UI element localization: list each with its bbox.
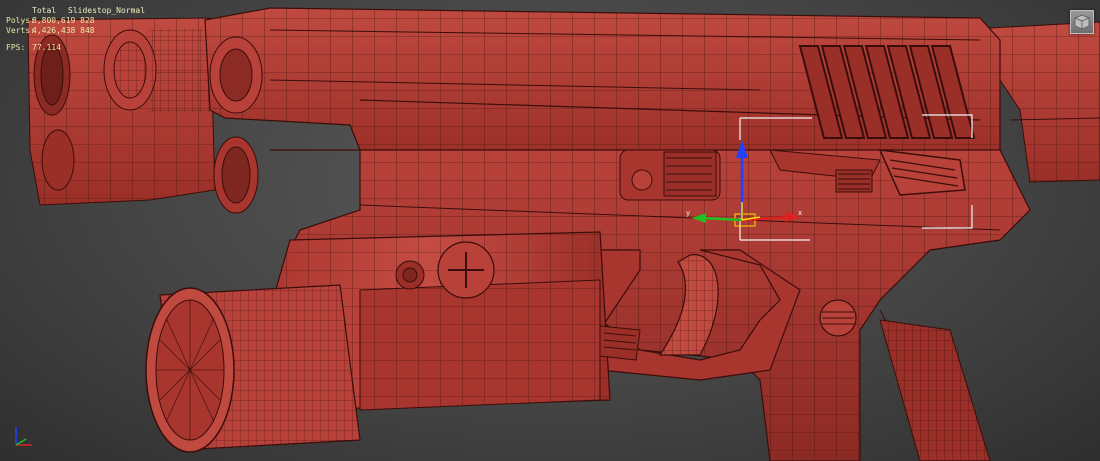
fps-value: 77.114 bbox=[32, 43, 61, 52]
gun-mesh-scene[interactable]: x y bbox=[0, 0, 1100, 461]
3d-viewport[interactable]: x y Total Slidestop_Normal Polys: 8,800,… bbox=[0, 0, 1100, 461]
viewport-statistics: Total Slidestop_Normal Polys: 8,800,619 … bbox=[6, 6, 145, 53]
viewcube-icon[interactable] bbox=[1070, 10, 1094, 34]
gizmo-y-label: y bbox=[686, 209, 690, 217]
polys-value: 8,800,619 828 bbox=[32, 16, 95, 25]
stats-object-name: Slidestop_Normal bbox=[68, 6, 146, 15]
weapon-light bbox=[145, 231, 641, 453]
viewcube-shape bbox=[1074, 14, 1090, 30]
verts-label: Verts: bbox=[6, 26, 35, 35]
fps-label: FPS: bbox=[6, 43, 26, 52]
slide-serrations bbox=[798, 45, 976, 139]
polys-label: Polys: bbox=[6, 16, 35, 25]
verts-value: 4,426,438 848 bbox=[32, 26, 95, 35]
stats-total-label: Total bbox=[32, 6, 57, 15]
background-gun-right bbox=[989, 21, 1100, 183]
axis-tripod-icon bbox=[15, 427, 32, 446]
gizmo-x-label: x bbox=[798, 209, 802, 217]
